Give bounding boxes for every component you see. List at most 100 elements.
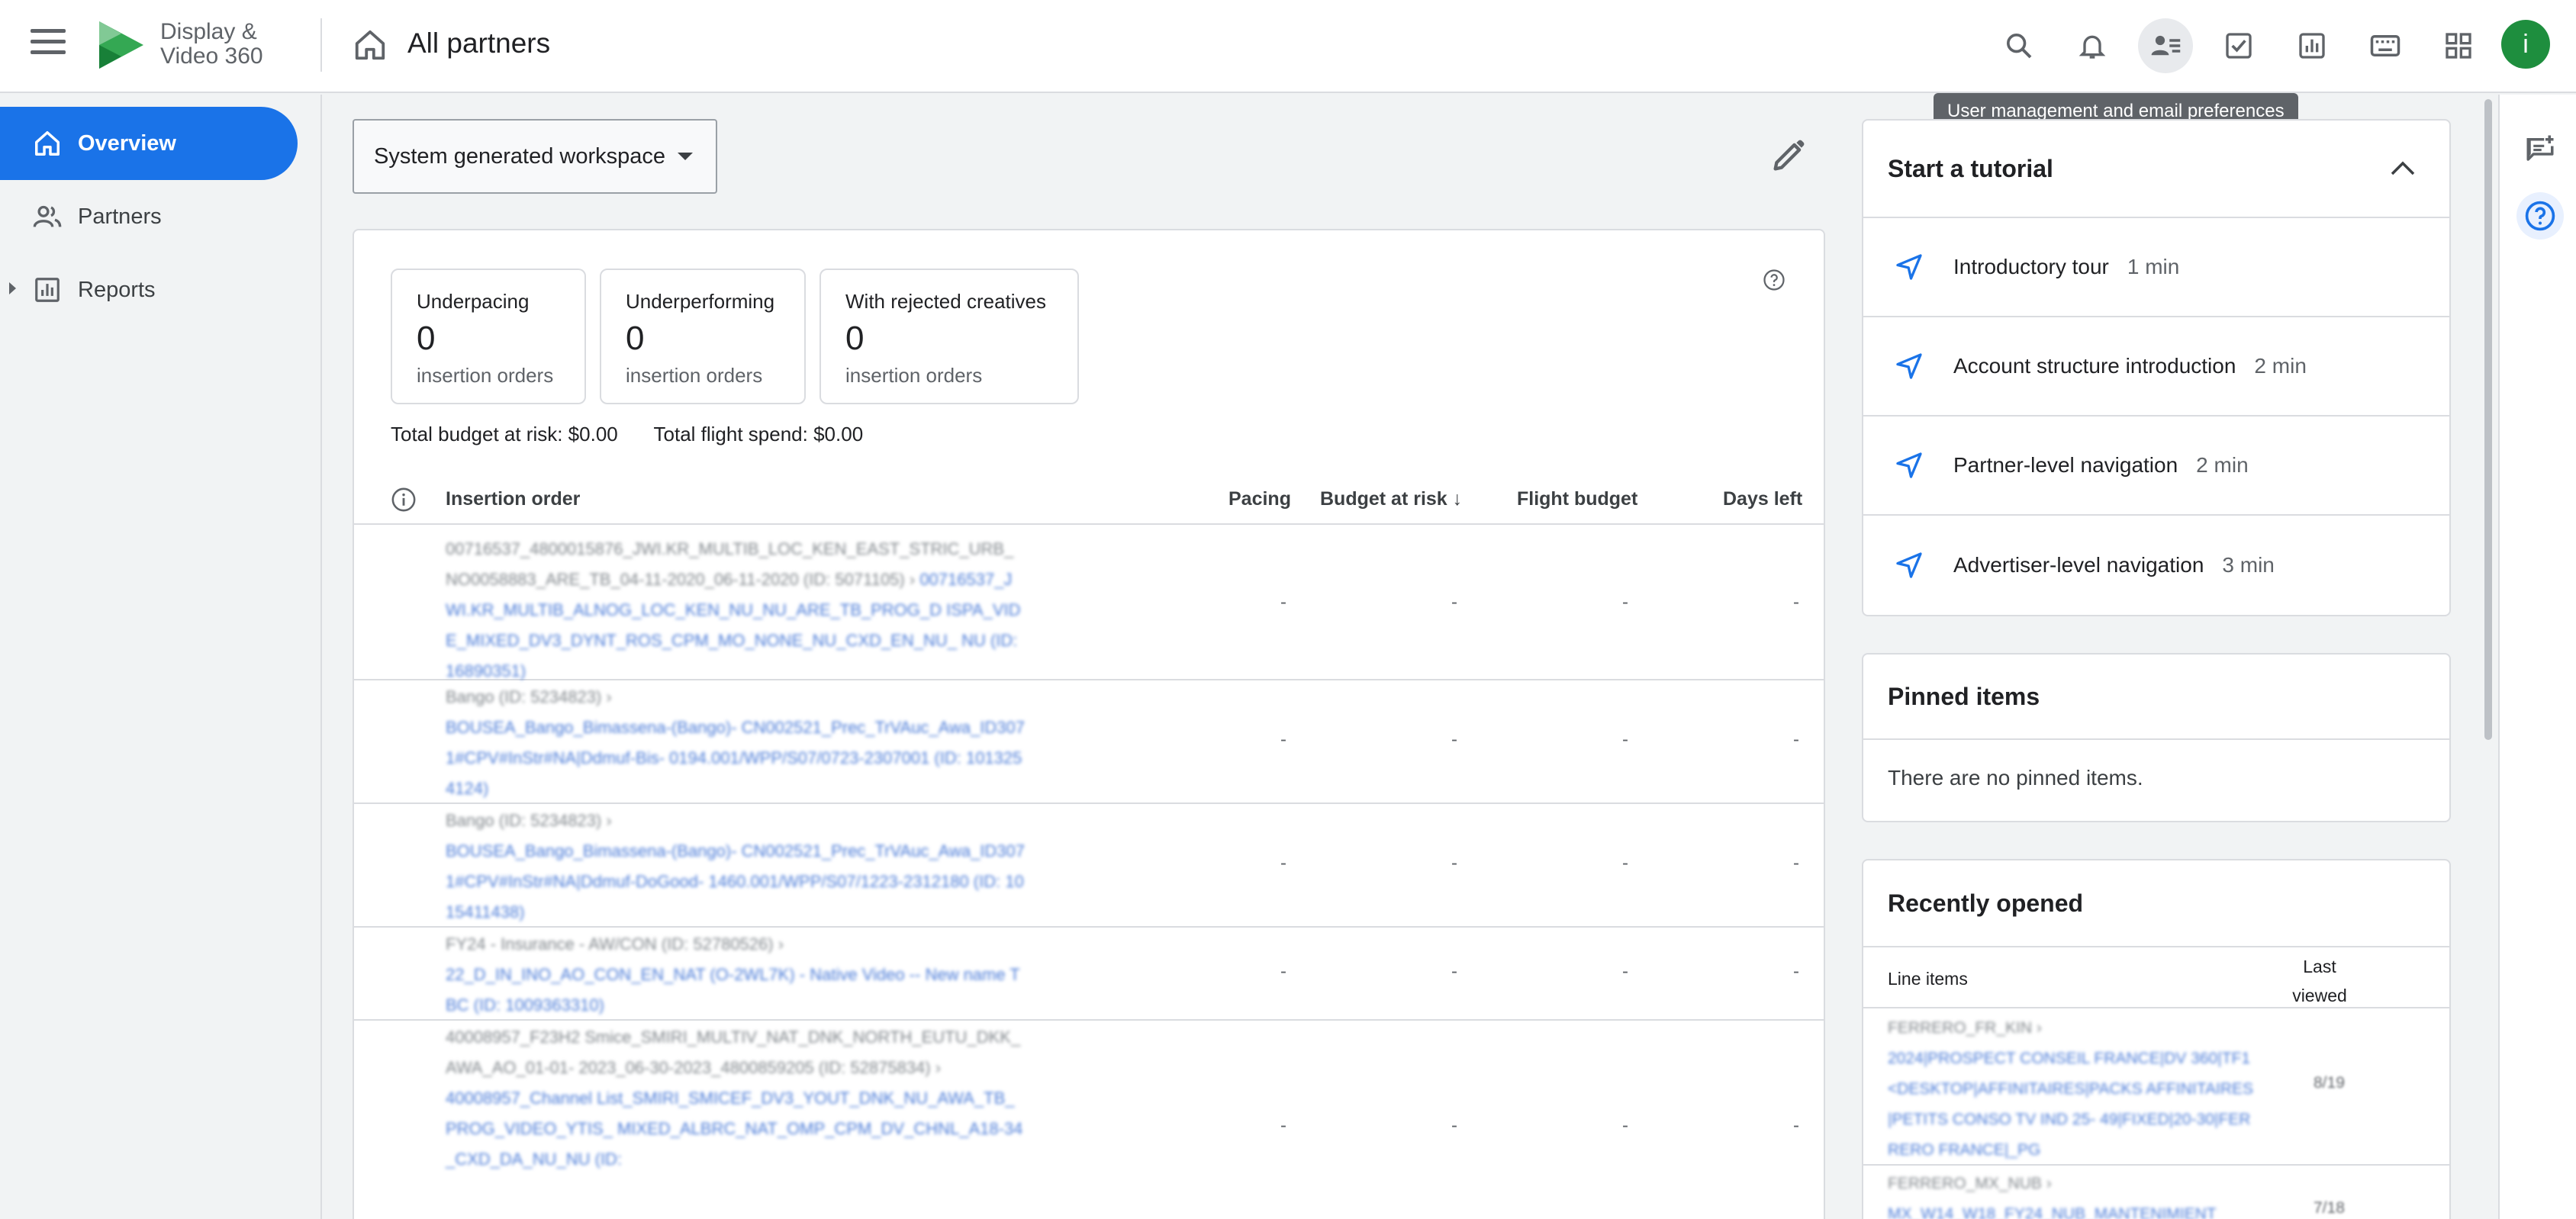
flight-budget-value: - [1622, 853, 1628, 873]
main-menu-button[interactable] [31, 29, 66, 60]
card-title: Underperforming [626, 290, 775, 313]
tutorial-item-account-structure[interactable]: Account structure introduction 2 min [1863, 317, 2449, 417]
recent-item-link[interactable]: MX_W14_W18_FY24_NUB_MANTENIMIENT [1888, 1205, 2217, 1219]
apps-button[interactable] [2431, 18, 2486, 73]
parent-campaign-link[interactable]: Bango (ID: 5234823) › [446, 687, 612, 706]
keyboard-shortcuts-button[interactable] [2358, 18, 2413, 73]
pacing-value: - [1280, 729, 1286, 750]
sidebar-item-reports[interactable]: Reports [0, 253, 298, 326]
navigation-arrow-icon [1896, 254, 1922, 280]
main-scrollbar[interactable] [2481, 96, 2495, 1219]
tutorial-item-partner-navigation[interactable]: Partner-level navigation 2 min [1863, 417, 2449, 516]
table-row[interactable]: FY24 - Insurance - AW/CON (ID: 52780526)… [354, 928, 1824, 1021]
tutorial-item-advertiser-navigation[interactable]: Advertiser-level navigation 3 min [1863, 516, 2449, 615]
col-budget-at-risk[interactable]: Budget at risk ↓ [1320, 488, 1462, 510]
card-unit: insertion orders [626, 364, 763, 387]
col-pacing[interactable]: Pacing [1228, 488, 1291, 510]
col-flight-budget[interactable]: Flight budget [1517, 488, 1637, 510]
total-flight-spend: Total flight spend: $0.00 [653, 423, 864, 445]
menu-icon-bar [31, 50, 66, 54]
tutorial-title: Start a tutorial [1888, 154, 2053, 182]
table-row[interactable]: 00716537_4800015876_JWI.KR_MULTIB_LOC_KE… [354, 526, 1824, 680]
tutorial-duration: 3 min [2222, 553, 2275, 577]
row-name: Bango (ID: 5234823) › BOUSEA_Bango_Bimas… [446, 682, 1026, 804]
people-icon [31, 200, 64, 233]
rejected-creatives-card[interactable]: With rejected creatives 0 insertion orde… [819, 269, 1079, 404]
card-count: 0 [626, 320, 645, 357]
home-icon[interactable] [353, 27, 388, 63]
page-title: All partners [407, 27, 551, 59]
navigation-arrow-icon [1896, 353, 1922, 379]
sidebar-item-overview[interactable]: Overview [0, 107, 298, 180]
insertion-order-link[interactable]: BOUSEA_Bango_Bimassena-(Bango)- CN002521… [446, 718, 1025, 798]
notifications-icon [2079, 35, 2106, 59]
workspace-dropdown[interactable]: System generated workspace [353, 119, 717, 194]
underperforming-card[interactable]: Underperforming 0 insertion orders [600, 269, 806, 404]
days-left-value: - [1793, 729, 1799, 750]
col-insertion-order[interactable]: Insertion order [446, 488, 580, 510]
sidebar-item-label: Reports [78, 277, 156, 302]
budget-at-risk-value: - [1451, 961, 1457, 982]
pacing-value: - [1280, 592, 1286, 613]
parent-campaign-link[interactable]: 40008957_F23H2 Smice_SMIRI_MULTIV_NAT_DN… [446, 1028, 1020, 1077]
insertion-order-link[interactable]: 40008957_Channel List_SMIRI_SMICEF_DV3_Y… [446, 1089, 1022, 1169]
recent-row[interactable]: FERRERO_FR_KIN › 2024|PROSPECT CONSEIL F… [1863, 1010, 2449, 1166]
recent-parent-link[interactable]: FERRERO_FR_KIN › [1888, 1019, 2042, 1037]
recent-viewed-date: 8/19 [2314, 1074, 2345, 1092]
dv360-logo[interactable] [96, 20, 147, 70]
keyboard-icon [2370, 35, 2401, 56]
help-icon [2525, 201, 2555, 231]
pacing-value: - [1280, 1115, 1286, 1136]
chevron-up-icon[interactable] [2390, 159, 2416, 177]
recent-item-link[interactable]: 2024|PROSPECT CONSEIL FRANCE|DV 360|TF1<… [1888, 1050, 2253, 1159]
pacing-value: - [1280, 961, 1286, 982]
insertion-order-link[interactable]: 22_D_IN_INO_AO_CON_EN_NAT (O-2WL7K) - Na… [446, 965, 1020, 1015]
search-button[interactable] [1992, 18, 2046, 73]
bar-chart-icon [31, 273, 64, 307]
col-days-left[interactable]: Days left [1723, 488, 1802, 510]
total-budget-at-risk: Total budget at risk: $0.00 [391, 423, 618, 445]
avatar[interactable]: i [2501, 20, 2550, 69]
table-row[interactable]: Bango (ID: 5234823) › BOUSEA_Bango_Bimas… [354, 680, 1824, 804]
table-row[interactable]: Bango (ID: 5234823) › BOUSEA_Bango_Bimas… [354, 804, 1824, 928]
totals-line: Total budget at risk: $0.00 Total flight… [391, 423, 894, 446]
scrollbar-thumb[interactable] [2484, 99, 2492, 740]
navigation-arrow-icon [1896, 452, 1922, 478]
feedback-icon [2526, 135, 2554, 161]
insertion-order-link[interactable]: BOUSEA_Bango_Bimassena-(Bango)- CN002521… [446, 841, 1025, 921]
reports-button[interactable] [2285, 18, 2339, 73]
card-title: With rejected creatives [845, 290, 1046, 313]
col-last-viewed[interactable]: Last viewed [2281, 952, 2358, 1010]
edit-workspace-icon[interactable] [1769, 136, 1808, 175]
user-management-button[interactable] [2138, 18, 2193, 73]
help-circle-icon[interactable] [1763, 269, 1785, 291]
tutorial-item-introductory-tour[interactable]: Introductory tour 1 min [1863, 218, 2449, 317]
parent-campaign-link[interactable]: FY24 - Insurance - AW/CON (ID: 52780526)… [446, 934, 784, 954]
budget-at-risk-value: - [1451, 1115, 1457, 1136]
sidebar-item-partners[interactable]: Partners [0, 180, 298, 253]
tutorial-label: Advertiser-level navigation [1953, 553, 2204, 577]
tutorial-header[interactable]: Start a tutorial [1863, 121, 2449, 218]
right-rail [2498, 95, 2576, 1219]
pinned-empty-message: There are no pinned items. [1888, 766, 2143, 790]
tasks-button[interactable] [2211, 18, 2266, 73]
flight-budget-value: - [1622, 592, 1628, 613]
feedback-button[interactable] [2516, 125, 2564, 172]
recent-row[interactable]: FERRERO_MX_NUB › MX_W14_W18_FY24_NUB_MAN… [1863, 1166, 2449, 1219]
col-line-items[interactable]: Line items [1888, 969, 1968, 989]
underpacing-card[interactable]: Underpacing 0 insertion orders [391, 269, 586, 404]
brand-line-2: Video 360 [160, 43, 263, 69]
row-name: FY24 - Insurance - AW/CON (ID: 52780526)… [446, 929, 1026, 1021]
info-icon[interactable] [391, 487, 417, 513]
apps-grid-icon [2446, 33, 2471, 59]
row-name: 00716537_4800015876_JWI.KR_MULTIB_LOC_KE… [446, 534, 1026, 687]
table-row[interactable]: 40008957_F23H2 Smice_SMIRI_MULTIV_NAT_DN… [354, 1021, 1824, 1219]
notifications-button[interactable] [2065, 18, 2120, 73]
card-count: 0 [417, 320, 436, 357]
parent-campaign-link[interactable]: Bango (ID: 5234823) › [446, 811, 612, 830]
recent-parent-link[interactable]: FERRERO_MX_NUB › [1888, 1175, 2052, 1192]
tutorial-duration: 2 min [2254, 354, 2307, 378]
help-button[interactable] [2516, 192, 2564, 240]
col-last-viewed-line2: viewed [2292, 986, 2347, 1005]
pacing-value: - [1280, 853, 1286, 873]
